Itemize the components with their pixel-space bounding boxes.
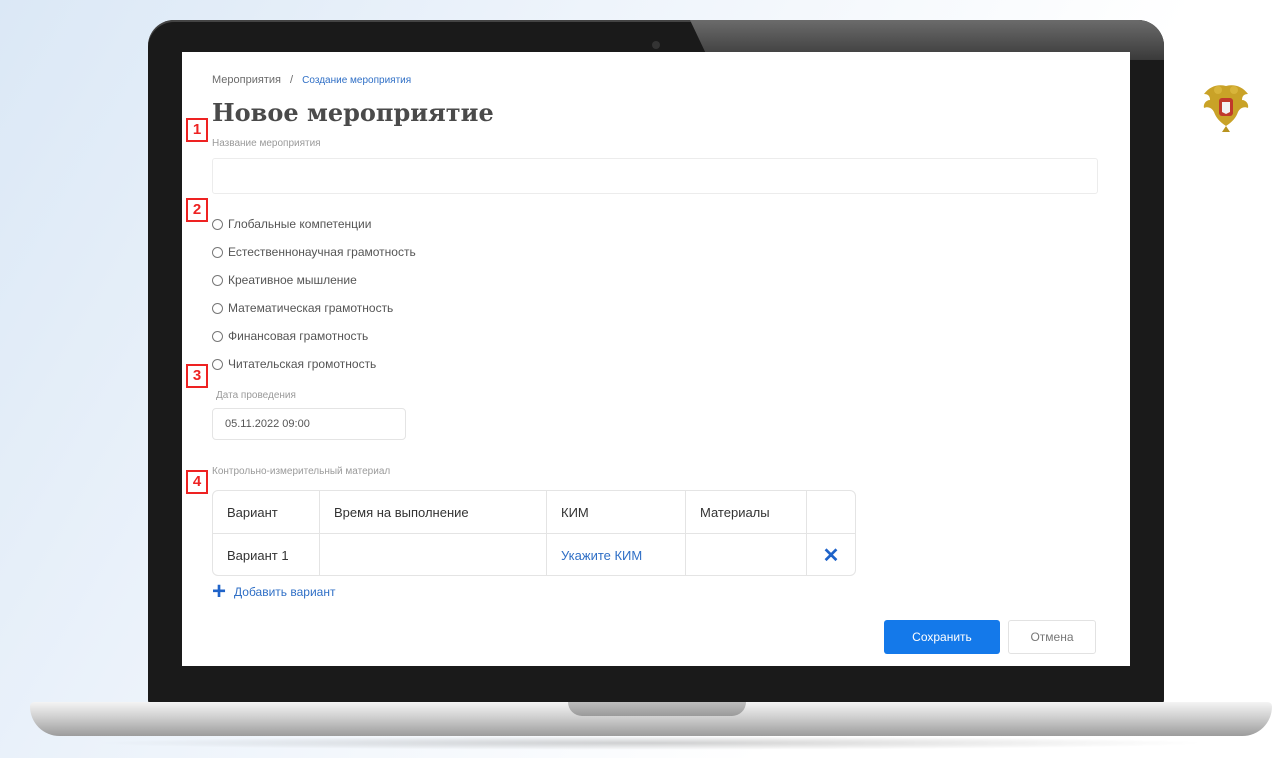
competency-option[interactable]: Математическая грамотность: [212, 294, 416, 322]
competency-option[interactable]: Читательская громотность: [212, 350, 416, 378]
annotation-marker-3: 3: [186, 364, 208, 388]
add-variant-label: Добавить вариант: [234, 585, 336, 599]
event-date-input[interactable]: 05.11.2022 09:00: [212, 408, 406, 440]
materials-cell[interactable]: [685, 533, 807, 575]
table-header-row: Вариант Время на выполнение КИМ Материал…: [213, 491, 855, 534]
breadcrumb-current: Создание мероприятия: [302, 75, 412, 86]
laptop-base-notch: [568, 702, 746, 716]
column-header-variant: Вариант: [213, 491, 320, 534]
column-header-materials: Материалы: [685, 491, 807, 534]
annotation-marker-2: 2: [186, 198, 208, 222]
material-section-label: Контрольно-измерительный материал: [212, 466, 391, 477]
radio-circle-icon[interactable]: [212, 330, 223, 342]
competency-option[interactable]: Финансовая грамотность: [212, 322, 416, 350]
competency-label: Математическая грамотность: [228, 301, 394, 315]
competency-option[interactable]: Естественнонаучная грамотность: [212, 238, 416, 266]
breadcrumb-root[interactable]: Мероприятия: [212, 74, 281, 86]
specify-kim-link[interactable]: Укажите КИМ: [546, 533, 686, 575]
column-header-actions: [806, 491, 855, 534]
competency-option[interactable]: Глобальные компетенции: [212, 210, 416, 238]
radio-circle-icon[interactable]: [212, 246, 223, 258]
annotation-marker-1: 1: [186, 118, 208, 142]
competency-label: Креативное мышление: [228, 273, 357, 287]
variants-table: Вариант Время на выполнение КИМ Материал…: [212, 490, 856, 576]
competency-option[interactable]: Креативное мышление: [212, 266, 416, 294]
competency-label: Естественнонаучная грамотность: [228, 245, 416, 259]
competency-label: Финансовая грамотность: [228, 329, 369, 343]
add-variant-button[interactable]: + Добавить вариант: [212, 578, 336, 605]
column-header-kim: КИМ: [546, 491, 686, 534]
save-button[interactable]: Сохранить: [884, 620, 1000, 654]
table-row: Вариант 1 Укажите КИМ ✕: [213, 533, 856, 576]
date-field-label: Дата проведения: [216, 390, 296, 401]
breadcrumb-separator: /: [290, 74, 294, 86]
event-name-input[interactable]: [212, 158, 1098, 194]
delete-variant-icon[interactable]: ✕: [807, 534, 856, 576]
competency-label: Читательская громотность: [228, 357, 377, 371]
cancel-button[interactable]: Отмена: [1008, 620, 1096, 654]
breadcrumb: Мероприятия / Создание мероприятия: [212, 74, 411, 86]
variant-cell: Вариант 1: [213, 533, 320, 575]
competency-label: Глобальные компетенции: [228, 217, 372, 231]
column-header-time: Время на выполнение: [319, 491, 547, 534]
radio-circle-icon[interactable]: [212, 302, 223, 314]
event-date-value: 05.11.2022 09:00: [225, 418, 310, 430]
coat-of-arms-icon: [1203, 85, 1249, 132]
plus-icon: +: [212, 578, 227, 605]
competency-radio-group: Глобальные компетенции Естественнонаучна…: [212, 210, 416, 378]
radio-circle-icon[interactable]: [212, 358, 223, 370]
time-cell[interactable]: [319, 533, 547, 575]
radio-circle-icon[interactable]: [212, 274, 223, 286]
name-field-label: Название мероприятия: [212, 138, 321, 149]
annotation-marker-4: 4: [186, 470, 208, 494]
app-screen: Мероприятия / Создание мероприятия Новое…: [182, 52, 1130, 666]
webcam-icon: [652, 41, 660, 49]
radio-circle-icon[interactable]: [212, 218, 223, 230]
laptop-shadow: [90, 736, 1210, 750]
page-title: Новое мероприятие: [212, 98, 494, 127]
